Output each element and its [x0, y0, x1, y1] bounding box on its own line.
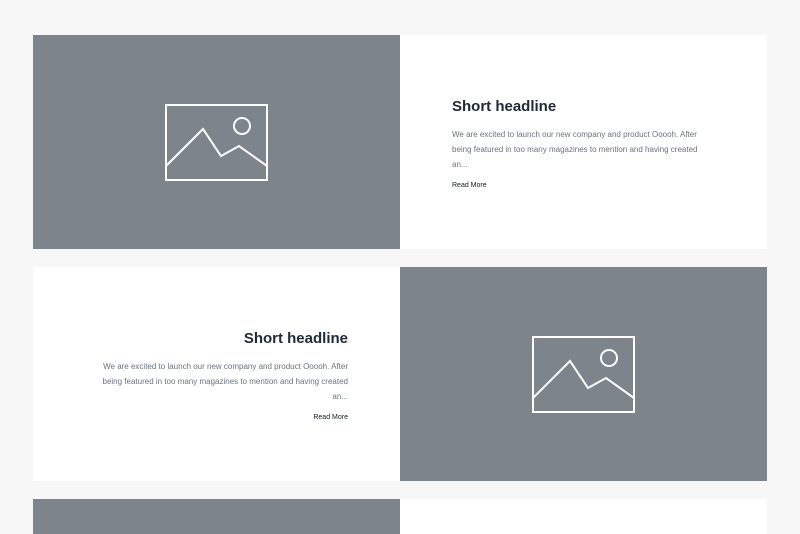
feature-row-3 — [33, 499, 767, 534]
feature-text: Short headline We are excited to launch … — [33, 267, 400, 481]
read-more-link[interactable]: Read More — [313, 414, 348, 421]
image-placeholder — [400, 267, 767, 481]
read-more-link[interactable]: Read More — [452, 182, 487, 189]
headline: Short headline — [243, 330, 348, 347]
headline: Short headline — [452, 98, 557, 115]
image-placeholder-icon — [165, 104, 268, 181]
image-placeholder-icon — [532, 336, 635, 413]
description: We are excited to launch our new company… — [452, 130, 698, 169]
feature-row-2: Short headline We are excited to launch … — [33, 267, 767, 481]
image-placeholder — [33, 35, 400, 249]
description: We are excited to launch our new company… — [102, 362, 349, 401]
feature-row-1: Short headline We are excited to launch … — [33, 35, 767, 249]
image-placeholder — [33, 499, 400, 534]
feature-text: Short headline We are excited to launch … — [400, 35, 767, 249]
